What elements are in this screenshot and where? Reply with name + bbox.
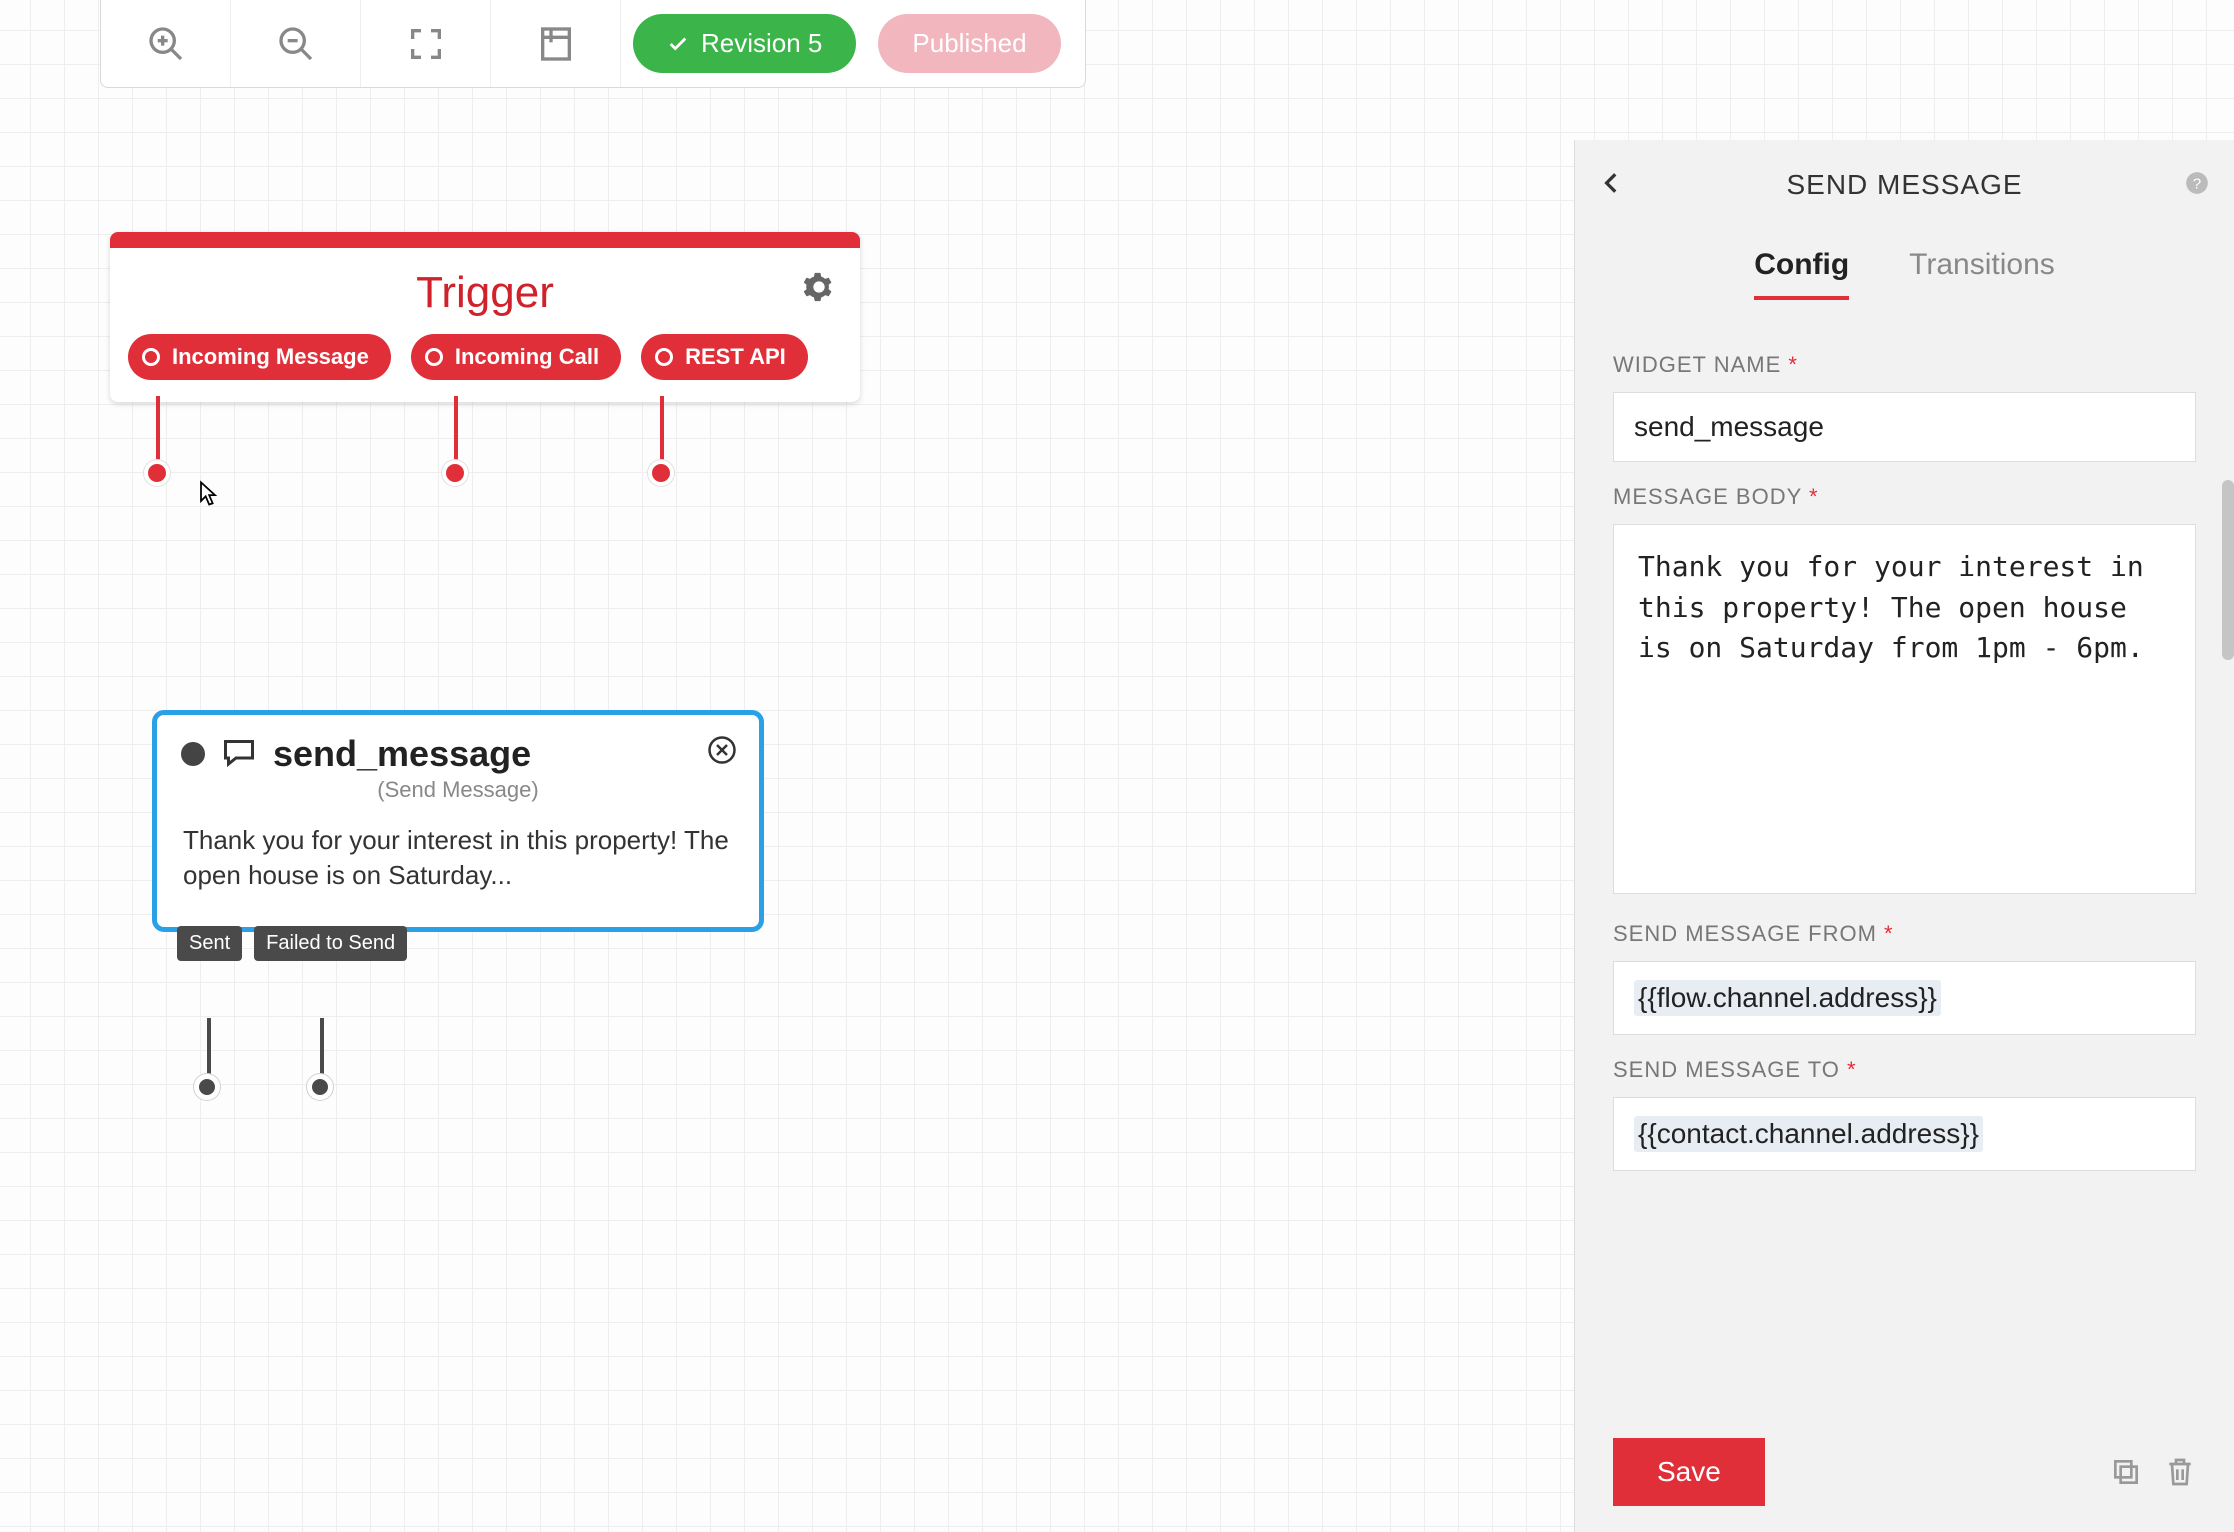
zoom-in-icon bbox=[146, 24, 186, 64]
connector-handle[interactable] bbox=[648, 460, 674, 486]
trigger-output-incoming-call[interactable]: Incoming Call bbox=[411, 334, 621, 380]
label-message-body: MESSAGE BODY * bbox=[1613, 484, 2196, 510]
widget-library-icon bbox=[536, 24, 576, 64]
panel-header: SEND MESSAGE ? bbox=[1575, 140, 2234, 230]
widget-body-preview: Thank you for your interest in this prop… bbox=[157, 803, 759, 927]
output-label: Incoming Call bbox=[455, 344, 599, 370]
duplicate-icon[interactable] bbox=[2110, 1456, 2142, 1488]
output-failed[interactable]: Failed to Send bbox=[254, 926, 407, 961]
panel-back-button[interactable] bbox=[1599, 170, 1625, 201]
send-message-widget[interactable]: send_message (Send Message) Thank you fo… bbox=[152, 710, 764, 932]
connector-line bbox=[660, 396, 664, 466]
published-pill[interactable]: Published bbox=[878, 14, 1060, 73]
connector-handle[interactable] bbox=[194, 1074, 220, 1100]
tab-transitions[interactable]: Transitions bbox=[1909, 248, 2055, 300]
connector-line bbox=[207, 1018, 211, 1080]
trigger-accent-bar bbox=[110, 232, 860, 248]
zoom-out-icon bbox=[276, 24, 316, 64]
connector-ring-icon bbox=[425, 348, 443, 366]
label-send-to: SEND MESSAGE TO * bbox=[1613, 1057, 2196, 1083]
widget-library-button[interactable] bbox=[491, 0, 621, 87]
message-icon bbox=[221, 734, 257, 775]
trigger-widget[interactable]: Trigger Incoming Message Incoming Call R… bbox=[110, 232, 860, 402]
trash-icon[interactable] bbox=[2164, 1456, 2196, 1488]
connector-line bbox=[454, 396, 458, 466]
revision-pill[interactable]: Revision 5 bbox=[633, 14, 856, 73]
output-sent[interactable]: Sent bbox=[177, 926, 242, 961]
svg-text:?: ? bbox=[2193, 175, 2201, 192]
zoom-in-button[interactable] bbox=[101, 0, 231, 87]
cursor-pointer-icon bbox=[194, 480, 222, 513]
connector-ring-icon bbox=[142, 348, 160, 366]
panel-form: WIDGET NAME * MESSAGE BODY * SEND MESSAG… bbox=[1575, 300, 2234, 1418]
widget-config-panel: SEND MESSAGE ? Config Transitions WIDGET… bbox=[1574, 140, 2234, 1532]
output-label: REST API bbox=[685, 344, 786, 370]
output-label: Failed to Send bbox=[266, 932, 395, 954]
connector-handle[interactable] bbox=[442, 460, 468, 486]
published-label: Published bbox=[912, 28, 1026, 59]
trigger-title: Trigger bbox=[416, 268, 554, 318]
label-widget-name: WIDGET NAME * bbox=[1613, 352, 2196, 378]
panel-footer-icons bbox=[2110, 1456, 2196, 1488]
trigger-output-incoming-message[interactable]: Incoming Message bbox=[128, 334, 391, 380]
checkmark-icon bbox=[667, 33, 689, 55]
close-circle-icon bbox=[707, 735, 737, 765]
label-send-from: SEND MESSAGE FROM * bbox=[1613, 921, 2196, 947]
send-to-input[interactable]: {{contact.channel.address}} bbox=[1613, 1097, 2196, 1171]
panel-scrollbar[interactable] bbox=[2222, 480, 2234, 660]
message-body-textarea[interactable] bbox=[1613, 524, 2196, 894]
trigger-output-rest-api[interactable]: REST API bbox=[641, 334, 808, 380]
chevron-left-icon bbox=[1599, 170, 1625, 196]
revision-label: Revision 5 bbox=[701, 28, 822, 59]
output-label: Sent bbox=[189, 932, 230, 954]
panel-help-button[interactable]: ? bbox=[2184, 170, 2210, 201]
toolbar-status-group: Revision 5 Published bbox=[621, 0, 1085, 87]
connector-line bbox=[320, 1018, 324, 1080]
connector-handle[interactable] bbox=[144, 460, 170, 486]
flow-canvas[interactable]: Revision 5 Published Trigger Incoming Me… bbox=[0, 0, 2234, 1532]
widget-delete-button[interactable] bbox=[707, 735, 737, 770]
panel-footer: Save bbox=[1575, 1418, 2234, 1532]
canvas-toolbar: Revision 5 Published bbox=[100, 0, 1086, 88]
help-icon: ? bbox=[2184, 170, 2210, 196]
output-label: Incoming Message bbox=[172, 344, 369, 370]
save-button[interactable]: Save bbox=[1613, 1438, 1765, 1506]
connector-line bbox=[156, 396, 160, 466]
connector-ring-icon bbox=[655, 348, 673, 366]
tab-config[interactable]: Config bbox=[1754, 248, 1849, 300]
connector-handle[interactable] bbox=[307, 1074, 333, 1100]
send-from-input[interactable]: {{flow.channel.address}} bbox=[1613, 961, 2196, 1035]
widget-title: send_message bbox=[273, 733, 531, 775]
widget-outputs-row: Sent Failed to Send bbox=[177, 926, 407, 961]
trigger-outputs-row: Incoming Message Incoming Call REST API bbox=[110, 334, 860, 402]
fit-screen-icon bbox=[406, 24, 446, 64]
gear-icon bbox=[802, 270, 836, 304]
widget-name-input[interactable] bbox=[1613, 392, 2196, 462]
trigger-settings-button[interactable] bbox=[802, 270, 836, 309]
zoom-out-button[interactable] bbox=[231, 0, 361, 87]
panel-title: SEND MESSAGE bbox=[1786, 169, 2022, 201]
panel-tabs: Config Transitions bbox=[1575, 230, 2234, 300]
widget-status-dot bbox=[181, 742, 205, 766]
fit-screen-button[interactable] bbox=[361, 0, 491, 87]
